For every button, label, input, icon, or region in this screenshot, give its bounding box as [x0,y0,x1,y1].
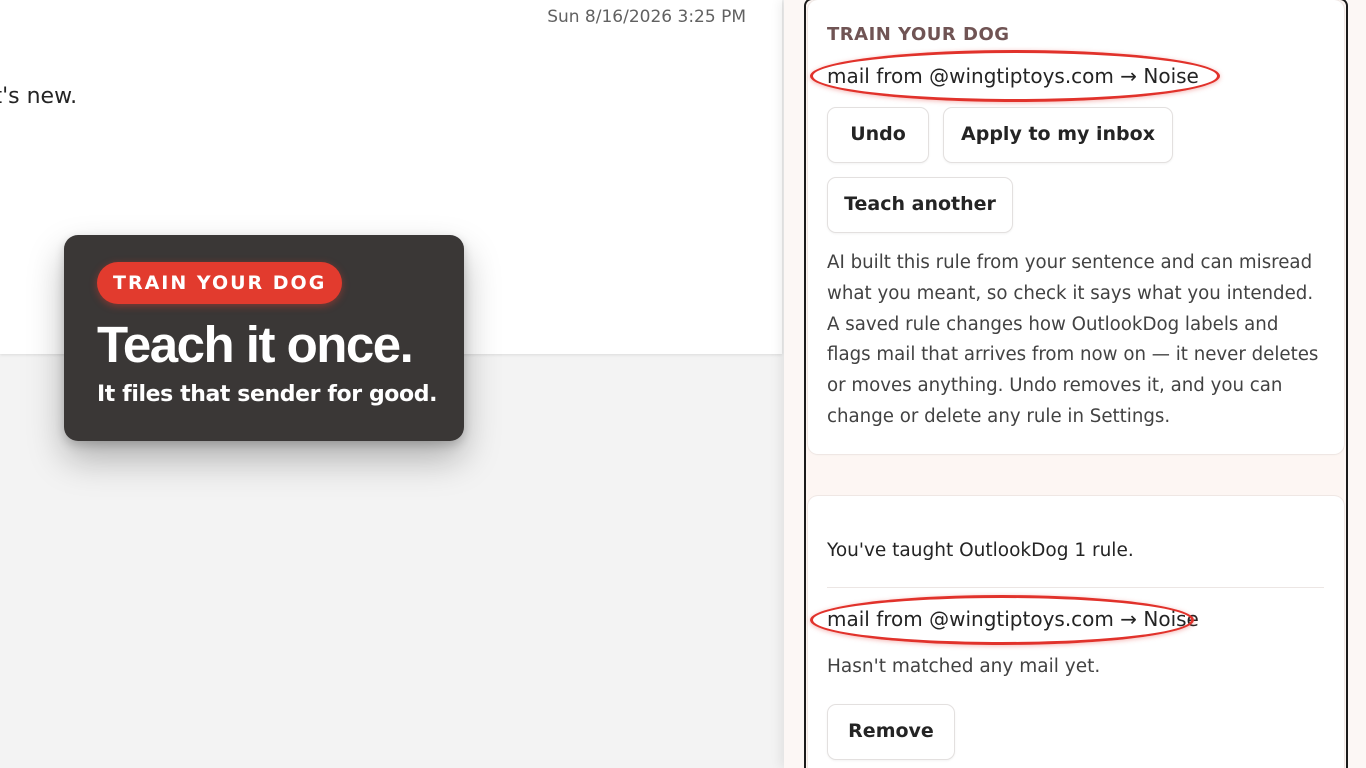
rules-summary: You've taught OutlookDog 1 rule. [827,540,1134,561]
email-body-text: at's new. [0,84,78,109]
app-window: Sun 8/16/2026 3:25 PM at's new. TRAIN YO… [0,0,1366,768]
tutorial-callout: TRAIN YOUR DOG Teach it once. It files t… [64,235,464,441]
rule-match-status: Hasn't matched any mail yet. [827,656,1101,677]
apply-to-inbox-button[interactable]: Apply to my inbox [943,107,1173,163]
ai-disclaimer: AI built this rule from your sentence an… [827,252,1319,427]
new-rule-text: mail from @wingtiptoys.com → Noise [827,64,1199,88]
callout-tag: TRAIN YOUR DOG [97,262,343,304]
rule-item-text: mail from @wingtiptoys.com → Noise [827,607,1199,631]
section-title: TRAIN YOUR DOG [827,24,1010,45]
callout-subtitle: It files that sender for good. [97,382,438,407]
callout-title: Teach it once. [97,316,414,373]
teach-another-button[interactable]: Teach another [827,177,1013,233]
divider [827,587,1324,588]
remove-rule-button[interactable]: Remove [827,704,955,760]
email-date: Sun 8/16/2026 3:25 PM [547,7,746,27]
undo-button[interactable]: Undo [827,107,929,163]
